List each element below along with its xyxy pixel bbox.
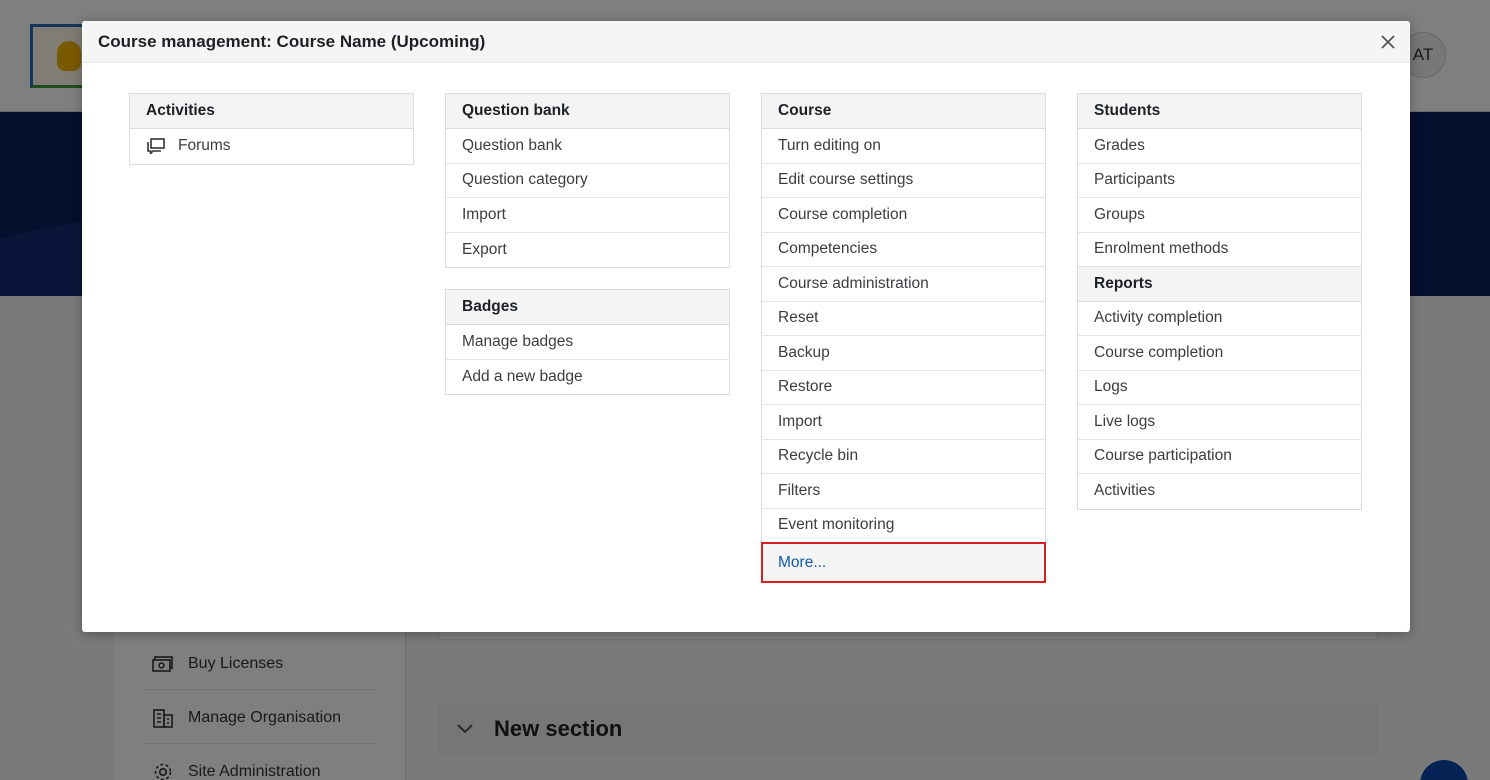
menu-item-question-bank[interactable]: Question bank — [446, 129, 729, 164]
menu-item-course-administration[interactable]: Course administration — [762, 267, 1045, 302]
question-bank-menu: Question bank Question bank Question cat… — [445, 93, 730, 268]
students-menu: Students Grades Participants Groups Enro… — [1077, 93, 1362, 510]
forum-icon — [146, 136, 166, 156]
menu-item-recycle-bin[interactable]: Recycle bin — [762, 439, 1045, 474]
reports-heading: Reports — [1078, 267, 1361, 302]
menu-item-activity-completion[interactable]: Activity completion — [1078, 301, 1361, 336]
activities-column: Activities Forums — [129, 93, 414, 186]
menu-item-event-monitoring[interactable]: Event monitoring — [762, 508, 1045, 543]
modal-title: Course management: Course Name (Upcoming… — [98, 32, 486, 51]
menu-item-course-completion[interactable]: Course completion — [762, 198, 1045, 233]
badges-menu: Badges Manage badges Add a new badge — [445, 289, 730, 395]
menu-item-restore[interactable]: Restore — [762, 370, 1045, 405]
course-column: Course Turn editing on Edit course setti… — [761, 93, 1046, 604]
menu-item-competencies[interactable]: Competencies — [762, 232, 1045, 267]
close-icon — [1381, 35, 1395, 49]
menu-item-export[interactable]: Export — [446, 232, 729, 267]
question-bank-column: Question bank Question bank Question cat… — [445, 93, 730, 416]
menu-item-grades[interactable]: Grades — [1078, 129, 1361, 164]
menu-item-edit-course-settings[interactable]: Edit course settings — [762, 163, 1045, 198]
menu-item-import[interactable]: Import — [762, 405, 1045, 440]
menu-item-forums[interactable]: Forums — [130, 129, 413, 164]
badges-heading: Badges — [446, 290, 729, 325]
menu-item-course-completion-report[interactable]: Course completion — [1078, 336, 1361, 371]
menu-item-live-logs[interactable]: Live logs — [1078, 405, 1361, 440]
menu-item-filters[interactable]: Filters — [762, 474, 1045, 509]
close-button[interactable] — [1376, 30, 1400, 54]
menu-item-add-new-badge[interactable]: Add a new badge — [446, 359, 729, 394]
menu-item-course-participation[interactable]: Course participation — [1078, 439, 1361, 474]
menu-item-activities-report[interactable]: Activities — [1078, 474, 1361, 509]
menu-item-enrolment-methods[interactable]: Enrolment methods — [1078, 232, 1361, 267]
students-column: Students Grades Participants Groups Enro… — [1077, 93, 1362, 531]
menu-item-label: Forums — [178, 137, 231, 155]
menu-item-backup[interactable]: Backup — [762, 336, 1045, 371]
students-heading: Students — [1078, 94, 1361, 129]
menu-item-manage-badges[interactable]: Manage badges — [446, 325, 729, 360]
question-bank-heading: Question bank — [446, 94, 729, 129]
course-menu: Course Turn editing on Edit course setti… — [761, 93, 1046, 583]
menu-item-question-category[interactable]: Question category — [446, 163, 729, 198]
menu-item-participants[interactable]: Participants — [1078, 163, 1361, 198]
activities-menu: Activities Forums — [129, 93, 414, 165]
course-heading: Course — [762, 94, 1045, 129]
menu-item-turn-editing-on[interactable]: Turn editing on — [762, 129, 1045, 164]
course-management-modal: Course management: Course Name (Upcoming… — [82, 21, 1410, 632]
activities-heading: Activities — [130, 94, 413, 129]
menu-item-import[interactable]: Import — [446, 198, 729, 233]
menu-item-reset[interactable]: Reset — [762, 301, 1045, 336]
menu-item-logs[interactable]: Logs — [1078, 370, 1361, 405]
modal-header: Course management: Course Name (Upcoming… — [82, 21, 1410, 63]
menu-item-groups[interactable]: Groups — [1078, 198, 1361, 233]
menu-item-more-link[interactable]: More... — [761, 542, 1046, 583]
